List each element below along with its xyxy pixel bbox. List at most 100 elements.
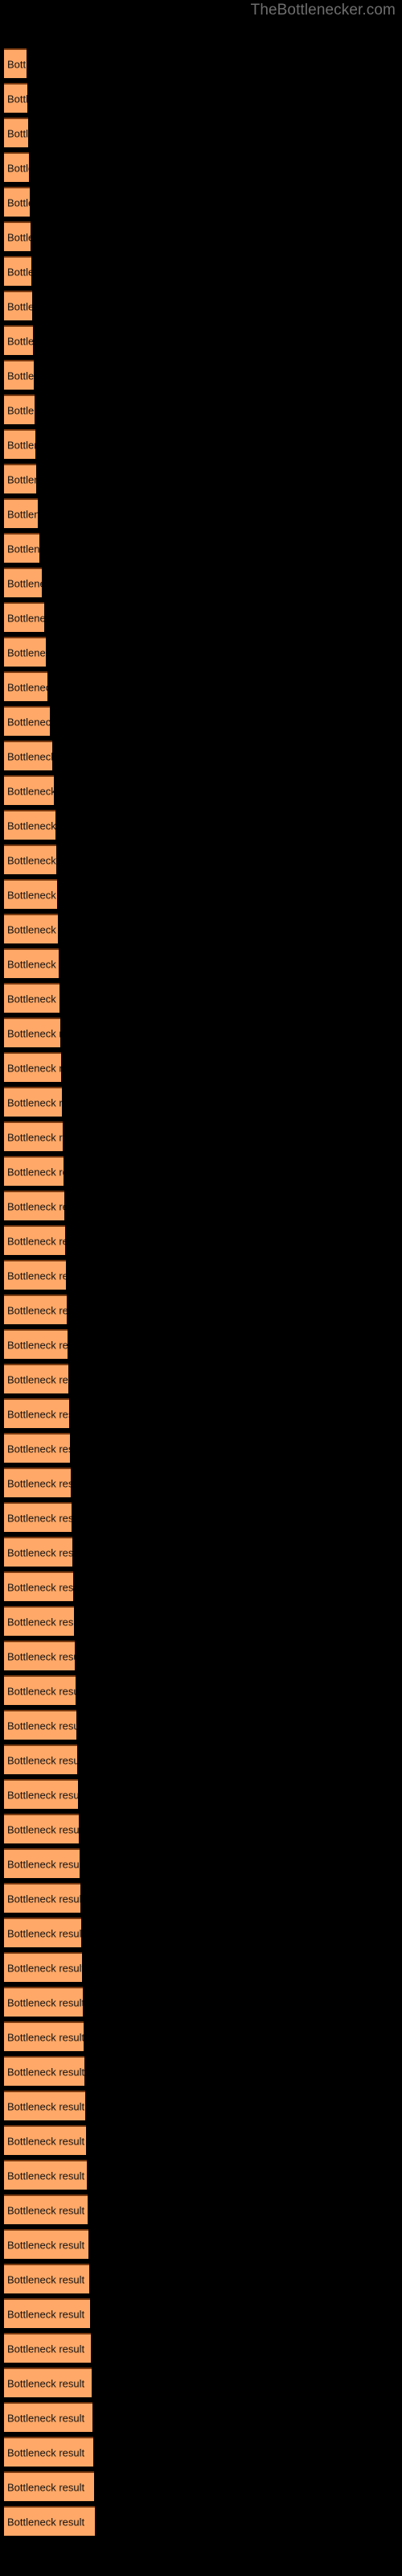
bar-label: Bottleneck result (7, 1131, 63, 1143)
bar-label: Bottleneck result (7, 1581, 73, 1593)
bar[interactable]: Bottleneck result (4, 602, 44, 632)
bar[interactable]: Bottleneck result (4, 1329, 68, 1359)
bar[interactable]: Bottleneck result (4, 1156, 64, 1186)
bar-label: Bottleneck result (7, 958, 59, 970)
bar[interactable]: Bottleneck result (4, 187, 30, 217)
bar-label: Bottleneck result (7, 1235, 65, 1247)
bar-row: Bottleneck result (0, 1987, 402, 2017)
bar[interactable]: Bottleneck result (4, 1952, 82, 1982)
bar[interactable]: Bottleneck result (4, 1364, 68, 1393)
bar[interactable]: Bottleneck result (4, 1987, 83, 2017)
bar-label: Bottleneck result (7, 1096, 62, 1108)
bar[interactable]: Bottleneck result (4, 1191, 64, 1220)
bar[interactable]: Bottleneck result (4, 2264, 89, 2293)
bar[interactable]: Bottleneck result (4, 221, 31, 251)
bar[interactable]: Bottleneck result (4, 1121, 63, 1151)
bar[interactable]: Bottleneck result (4, 914, 58, 943)
bar-label: Bottleneck result (7, 923, 58, 935)
bar[interactable]: Bottleneck result (4, 1883, 80, 1913)
bar[interactable]: Bottleneck result (4, 2091, 85, 2120)
bar[interactable]: Bottleneck result (4, 1641, 75, 1670)
bar[interactable]: Bottleneck result (4, 1814, 79, 1843)
bar[interactable]: Bottleneck result (4, 2194, 88, 2224)
bar[interactable]: Bottleneck result (4, 1052, 61, 1082)
bar[interactable]: Bottleneck result (4, 2160, 87, 2190)
bar[interactable]: Bottleneck result (4, 879, 57, 909)
bar[interactable]: Bottleneck result (4, 844, 56, 874)
bar[interactable]: Bottleneck result (4, 983, 59, 1013)
bar[interactable]: Bottleneck result (4, 1675, 76, 1705)
bar-row: Bottleneck result (0, 2194, 402, 2224)
bar[interactable]: Bottleneck result (4, 1398, 69, 1428)
bar[interactable]: Bottleneck result (4, 1537, 72, 1567)
bar-label: Bottleneck result (7, 1269, 66, 1282)
bar-row: Bottleneck result (0, 1848, 402, 1878)
bar[interactable]: Bottleneck result (4, 1848, 80, 1878)
bar[interactable]: Bottleneck result (4, 2229, 88, 2259)
bar[interactable]: Bottleneck result (4, 2298, 90, 2328)
bar[interactable]: Bottleneck result (4, 325, 33, 355)
bar[interactable]: Bottleneck result (4, 48, 27, 78)
bar-row: Bottleneck result (0, 1537, 402, 1567)
bar[interactable]: Bottleneck result (4, 1571, 73, 1601)
bar[interactable]: Bottleneck result (4, 394, 35, 424)
bar[interactable]: Bottleneck result (4, 2437, 93, 2467)
bar[interactable]: Bottleneck result (4, 1779, 78, 1809)
bar-row: Bottleneck result (0, 948, 402, 978)
bar-label: Bottleneck result (7, 404, 35, 416)
bar[interactable]: Bottleneck result (4, 498, 38, 528)
bar[interactable]: Bottleneck result (4, 1225, 65, 1255)
bar[interactable]: Bottleneck result (4, 948, 59, 978)
bar[interactable]: Bottleneck result (4, 810, 55, 840)
bar[interactable]: Bottleneck result (4, 2506, 95, 2536)
bar[interactable]: Bottleneck result (4, 2056, 84, 2086)
bar[interactable]: Bottleneck result (4, 1018, 60, 1047)
bar-row: Bottleneck result (0, 2056, 402, 2086)
bar[interactable]: Bottleneck result (4, 429, 35, 459)
bar[interactable]: Bottleneck result (4, 1710, 76, 1740)
bar-label: Bottleneck result (7, 785, 54, 797)
bar[interactable]: Bottleneck result (4, 2402, 92, 2432)
bar[interactable]: Bottleneck result (4, 775, 54, 805)
bar-label: Bottleneck result (7, 1339, 68, 1351)
bar[interactable]: Bottleneck result (4, 1606, 74, 1636)
bar[interactable]: Bottleneck result (4, 2333, 91, 2363)
bar[interactable]: Bottleneck result (4, 2471, 94, 2501)
bar-row: Bottleneck result (0, 1744, 402, 1774)
bar[interactable]: Bottleneck result (4, 256, 31, 286)
bar[interactable]: Bottleneck result (4, 2021, 84, 2051)
bar[interactable]: Bottleneck result (4, 1260, 66, 1290)
bar[interactable]: Bottleneck result (4, 1918, 81, 1947)
bar[interactable]: Bottleneck result (4, 1468, 71, 1497)
bar[interactable]: Bottleneck result (4, 706, 50, 736)
bar[interactable]: Bottleneck result (4, 671, 47, 701)
bar-row: Bottleneck result (0, 1779, 402, 1809)
bar[interactable]: Bottleneck result (4, 1294, 67, 1324)
bar-row: Bottleneck result (0, 1121, 402, 1151)
bar-row: Bottleneck result (0, 1156, 402, 1186)
bar[interactable]: Bottleneck result (4, 1744, 77, 1774)
bar-row: Bottleneck result (0, 914, 402, 943)
bar[interactable]: Bottleneck result (4, 533, 39, 563)
bar[interactable]: Bottleneck result (4, 83, 27, 113)
bar[interactable]: Bottleneck result (4, 291, 32, 320)
bar-row: Bottleneck result (0, 256, 402, 286)
bar-row: Bottleneck result (0, 1260, 402, 1290)
bar[interactable]: Bottleneck result (4, 464, 36, 493)
bar[interactable]: Bottleneck result (4, 2368, 92, 2397)
bar-row: Bottleneck result (0, 118, 402, 147)
bar[interactable]: Bottleneck result (4, 1502, 72, 1532)
bar[interactable]: Bottleneck result (4, 568, 42, 597)
bar[interactable]: Bottleneck result (4, 1433, 70, 1463)
bar[interactable]: Bottleneck result (4, 360, 34, 390)
bar-row: Bottleneck result (0, 1814, 402, 1843)
bar-row: Bottleneck result (0, 1433, 402, 1463)
bar[interactable]: Bottleneck result (4, 1087, 62, 1117)
bar[interactable]: Bottleneck result (4, 741, 52, 770)
bar[interactable]: Bottleneck result (4, 118, 28, 147)
bar-label: Bottleneck result (7, 2169, 85, 2182)
bar-label: Bottleneck result (7, 1789, 78, 1801)
bar[interactable]: Bottleneck result (4, 2125, 86, 2155)
bar[interactable]: Bottleneck result (4, 152, 29, 182)
bar[interactable]: Bottleneck result (4, 637, 46, 667)
